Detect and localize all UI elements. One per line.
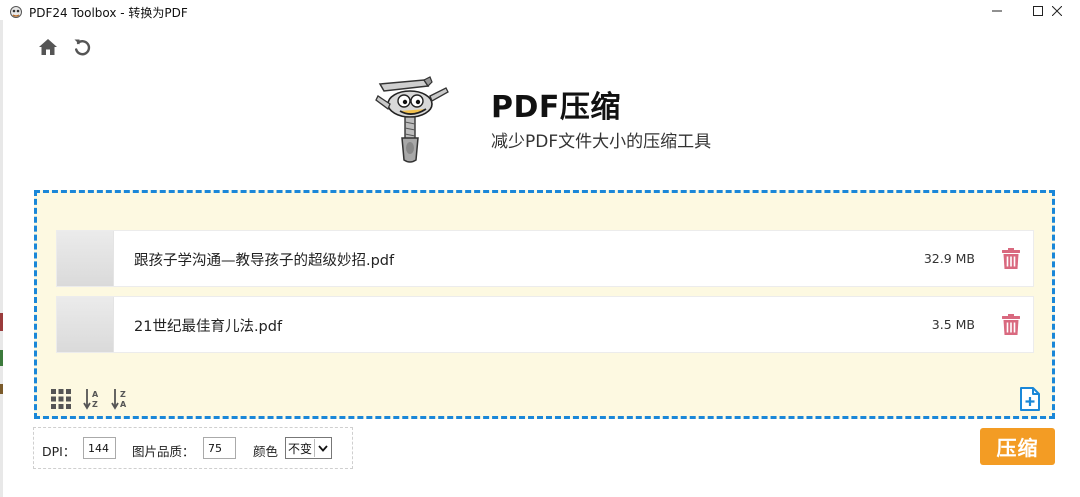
svg-text:A: A <box>120 400 127 409</box>
grid-view-button[interactable] <box>50 389 72 413</box>
svg-text:A: A <box>92 390 99 399</box>
page-subtitle: 减少PDF文件大小的压缩工具 <box>491 132 712 152</box>
dpi-input[interactable] <box>83 437 116 459</box>
pdf24-mascot-logo <box>372 74 452 166</box>
grid-view-icon <box>51 389 71 413</box>
window-left-edge <box>0 20 3 497</box>
dpi-label: DPI： <box>42 444 76 459</box>
add-file-icon <box>1019 387 1041 415</box>
add-file-button[interactable] <box>1018 387 1042 415</box>
file-row[interactable]: 跟孩子学沟通—教导孩子的超级妙招.pdf 32.9 MB <box>56 230 1034 287</box>
color-select-value: 不变 <box>288 441 313 456</box>
home-button[interactable] <box>37 38 59 60</box>
undo-icon <box>72 37 92 61</box>
file-thumbnail <box>57 231 114 286</box>
app-window: PDF24 Toolbox - 转换为PDF PDF压缩 减少PDF文件大小的压… <box>0 0 1080 497</box>
color-select[interactable]: 不变 <box>285 437 332 459</box>
file-name: 21世纪最佳育儿法.pdf <box>134 319 283 335</box>
back-button[interactable] <box>71 38 93 60</box>
window-title: PDF24 Toolbox - 转换为PDF <box>29 6 188 20</box>
file-thumbnail <box>57 297 114 352</box>
quality-label: 图片品质： <box>132 444 195 459</box>
file-size: 32.9 MB <box>923 251 975 266</box>
color-label: 颜色 <box>253 444 279 459</box>
trash-icon[interactable] <box>1001 248 1021 270</box>
sort-az-button[interactable]: A Z <box>83 388 103 414</box>
svg-text:Z: Z <box>120 390 126 399</box>
minimize-button[interactable] <box>974 0 1020 22</box>
sort-za-button[interactable]: Z A <box>111 388 131 414</box>
close-icon <box>1052 6 1062 16</box>
app-icon <box>9 4 23 18</box>
compress-button[interactable]: 压缩 <box>980 428 1055 465</box>
page-title: PDF压缩 <box>491 90 621 125</box>
sort-az-icon: A Z <box>83 388 103 414</box>
file-size: 3.5 MB <box>931 317 975 332</box>
sort-za-icon: Z A <box>111 388 131 414</box>
file-dropzone[interactable]: 跟孩子学沟通—教导孩子的超级妙招.pdf 32.9 MB 21世纪最佳育儿法.p… <box>34 190 1055 419</box>
trash-icon[interactable] <box>1001 314 1021 336</box>
chevron-down-icon <box>314 439 330 457</box>
quality-input[interactable] <box>203 437 236 459</box>
title-bar: PDF24 Toolbox - 转换为PDF <box>0 0 1080 22</box>
compression-options: DPI： 图片品质： 颜色 不变 <box>33 427 353 469</box>
home-icon <box>38 38 58 60</box>
close-button[interactable] <box>1034 0 1080 22</box>
file-row[interactable]: 21世纪最佳育儿法.pdf 3.5 MB <box>56 296 1034 353</box>
file-name: 跟孩子学沟通—教导孩子的超级妙招.pdf <box>134 253 395 269</box>
minimize-icon <box>992 6 1002 16</box>
svg-text:Z: Z <box>92 400 98 409</box>
